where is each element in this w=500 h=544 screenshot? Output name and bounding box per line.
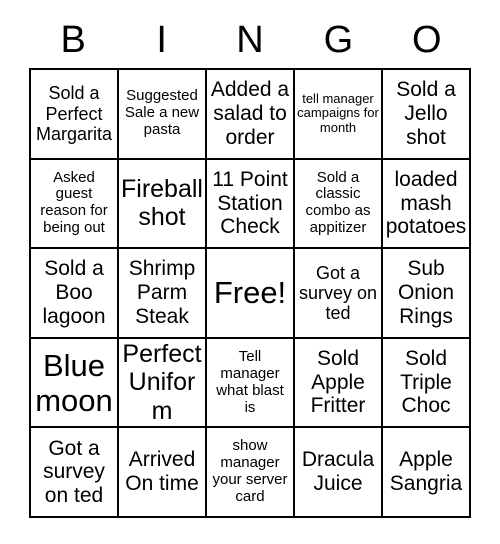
bingo-cell[interactable]: Suggested Sale a new pasta [119, 70, 207, 160]
bingo-cell[interactable]: Dracula Juice [295, 428, 383, 518]
bingo-cell-label: Asked guest reason for being out [40, 168, 108, 237]
bingo-cell[interactable]: 11 Point Station Check [207, 159, 295, 250]
bingo-cell[interactable]: Sold a classic combo as appitizer [295, 159, 383, 250]
bingo-cell-label: Sold Triple Choc [400, 347, 452, 418]
bingo-cell-label: tell manager campaigns for month [297, 90, 379, 136]
bingo-cell-label: Added a salad to order [210, 78, 290, 149]
bingo-cell-label: Sold Apple Fritter [310, 347, 366, 418]
bingo-cell-label: Sub Onion Rings [397, 257, 455, 328]
bingo-header-letter-b: B [60, 19, 86, 61]
bingo-cell[interactable]: Blue moon [31, 338, 119, 429]
bingo-cell-label: Got a survey on ted [43, 436, 105, 508]
bingo-cell-label: loaded mash potatoes [385, 167, 467, 239]
bingo-cell-label: Sold a Boo lagoon [42, 257, 106, 328]
bingo-cell-label: Tell manager what blast is [216, 347, 284, 416]
bingo-cell-label: Perfect Uniform [122, 340, 202, 425]
bingo-cell[interactable]: Sold a Jello shot [383, 70, 471, 160]
bingo-cell-label: Apple Sangria [389, 448, 463, 496]
bingo-cell[interactable]: Apple Sangria [383, 428, 471, 518]
bingo-grid: Sold a Perfect Margarita Suggested Sale a… [29, 68, 471, 518]
bingo-cell[interactable]: Sub Onion Rings [383, 249, 471, 339]
bingo-cell-label: Suggested Sale a new pasta [124, 87, 200, 139]
bingo-cell-label: Dracula Juice [301, 448, 375, 496]
bingo-cell[interactable]: Sold a Perfect Margarita [31, 70, 119, 160]
bingo-cell[interactable]: tell manager campaigns for month [295, 70, 383, 160]
bingo-cell-label: Sold a Jello shot [396, 78, 456, 149]
bingo-cell[interactable]: Shrimp Parm Steak [119, 249, 207, 339]
bingo-header-letter-o: O [412, 19, 442, 61]
bingo-cell-label: Sold a classic combo as appitizer [305, 168, 371, 237]
bingo-cell[interactable]: Perfect Uniform [119, 338, 207, 429]
bingo-cell[interactable]: Sold Triple Choc [383, 338, 471, 429]
bingo-cell[interactable]: show manager your server card [207, 428, 295, 518]
bingo-card: B I N G O Sold a Perfect Margarita Sugges… [0, 0, 500, 544]
bingo-cell-label: show manager your server card [212, 437, 288, 506]
bingo-cell[interactable]: Added a salad to order [207, 70, 295, 160]
bingo-cell[interactable]: Got a survey on ted [31, 428, 119, 518]
bingo-cell[interactable]: Sold a Boo lagoon [31, 249, 119, 339]
bingo-cell[interactable]: Sold Apple Fritter [295, 338, 383, 429]
bingo-cell-label: Got a survey on ted [298, 262, 378, 324]
bingo-header-letter-i: I [156, 19, 167, 61]
bingo-cell-label: Fireball shot [121, 175, 203, 232]
bingo-cell[interactable]: Asked guest reason for being out [31, 159, 119, 250]
bingo-cell-label: Free! [213, 275, 287, 311]
bingo-header-letter-n: N [236, 19, 264, 61]
bingo-cell[interactable]: Fireball shot [119, 159, 207, 250]
bingo-free-space[interactable]: Free! [207, 249, 295, 339]
bingo-header-letter-g: G [323, 19, 354, 61]
bingo-cell-label: Sold a Perfect Margarita [35, 83, 113, 144]
bingo-cell-label: Blue moon [35, 347, 113, 418]
bingo-cell[interactable]: loaded mash potatoes [383, 159, 471, 250]
bingo-cell[interactable]: Got a survey on ted [295, 249, 383, 339]
bingo-header-row: B I N G O [29, 14, 471, 66]
bingo-cell-label: 11 Point Station Check [212, 167, 288, 239]
bingo-cell-label: Shrimp Parm Steak [128, 257, 196, 328]
bingo-cell-label: Arrived On time [125, 448, 199, 496]
bingo-cell[interactable]: Arrived On time [119, 428, 207, 518]
bingo-cell[interactable]: Tell manager what blast is [207, 338, 295, 429]
